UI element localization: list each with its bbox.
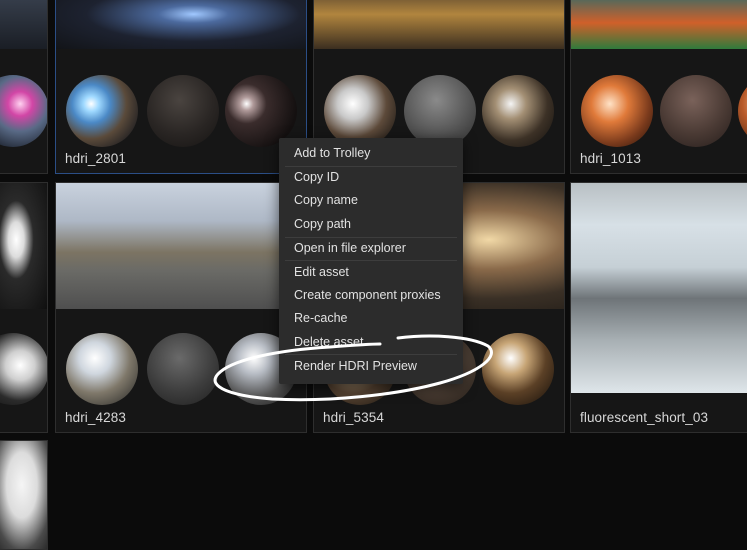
menu-item-copy-id[interactable]: Copy ID xyxy=(279,166,463,189)
hdri-thumbnail xyxy=(571,0,747,49)
asset-label: fluorescent_short_03 xyxy=(580,410,709,425)
menu-item-copy-name[interactable]: Copy name xyxy=(279,189,463,212)
menu-item-create-component-proxies[interactable]: Create component proxies xyxy=(279,284,463,307)
preview-sphere-chrome xyxy=(581,75,653,147)
menu-item-add-to-trolley[interactable]: Add to Trolley xyxy=(279,142,463,165)
asset-card[interactable]: fluorescent_short_03 xyxy=(570,182,747,433)
preview-sphere-matte xyxy=(147,75,219,147)
asset-card[interactable]: hdri_4283 xyxy=(55,182,307,433)
preview-sphere-matte xyxy=(660,75,732,147)
asset-label: hdri_4283 xyxy=(65,410,126,425)
hdri-thumbnail xyxy=(0,0,47,49)
menu-item-delete-asset[interactable]: Delete asset xyxy=(279,331,463,354)
preview-sphere-chrome xyxy=(66,75,138,147)
menu-item-copy-path[interactable]: Copy path xyxy=(279,213,463,236)
hdri-thumbnail xyxy=(56,183,306,309)
asset-label: hdri_2801 xyxy=(65,151,126,166)
hdri-thumbnail xyxy=(571,183,747,393)
asset-card[interactable]: hdri_1013 xyxy=(570,0,747,174)
context-menu: Add to Trolley Copy ID Copy name Copy pa… xyxy=(279,138,463,384)
menu-item-re-cache[interactable]: Re-cache xyxy=(279,307,463,330)
menu-item-edit-asset[interactable]: Edit asset xyxy=(279,261,463,284)
menu-item-render-hdri-preview[interactable]: Render HDRI Preview xyxy=(279,355,463,378)
preview-sphere-glossy xyxy=(225,75,297,147)
hdri-thumbnail xyxy=(56,0,306,49)
hdri-thumbnail xyxy=(314,0,564,49)
preview-sphere-chrome xyxy=(66,333,138,405)
preview-sphere-glossy xyxy=(482,333,554,405)
preview-sphere xyxy=(0,75,47,147)
preview-sphere-glossy xyxy=(738,75,747,147)
menu-item-open-in-file-explorer[interactable]: Open in file explorer xyxy=(279,237,463,260)
preview-sphere-matte xyxy=(404,75,476,147)
preview-sphere-chrome xyxy=(324,75,396,147)
preview-sphere xyxy=(0,333,47,405)
preview-sphere-glossy xyxy=(482,75,554,147)
asset-card[interactable] xyxy=(0,0,48,174)
hdri-thumbnail xyxy=(0,183,47,309)
asset-label: hdri_1013 xyxy=(580,151,641,166)
asset-label: hdri_5354 xyxy=(323,410,384,425)
asset-card[interactable] xyxy=(0,440,48,550)
preview-sphere-matte xyxy=(147,333,219,405)
asset-card[interactable]: hdri_2801 xyxy=(55,0,307,174)
hdri-thumbnail xyxy=(0,441,47,549)
asset-card[interactable] xyxy=(0,182,48,433)
